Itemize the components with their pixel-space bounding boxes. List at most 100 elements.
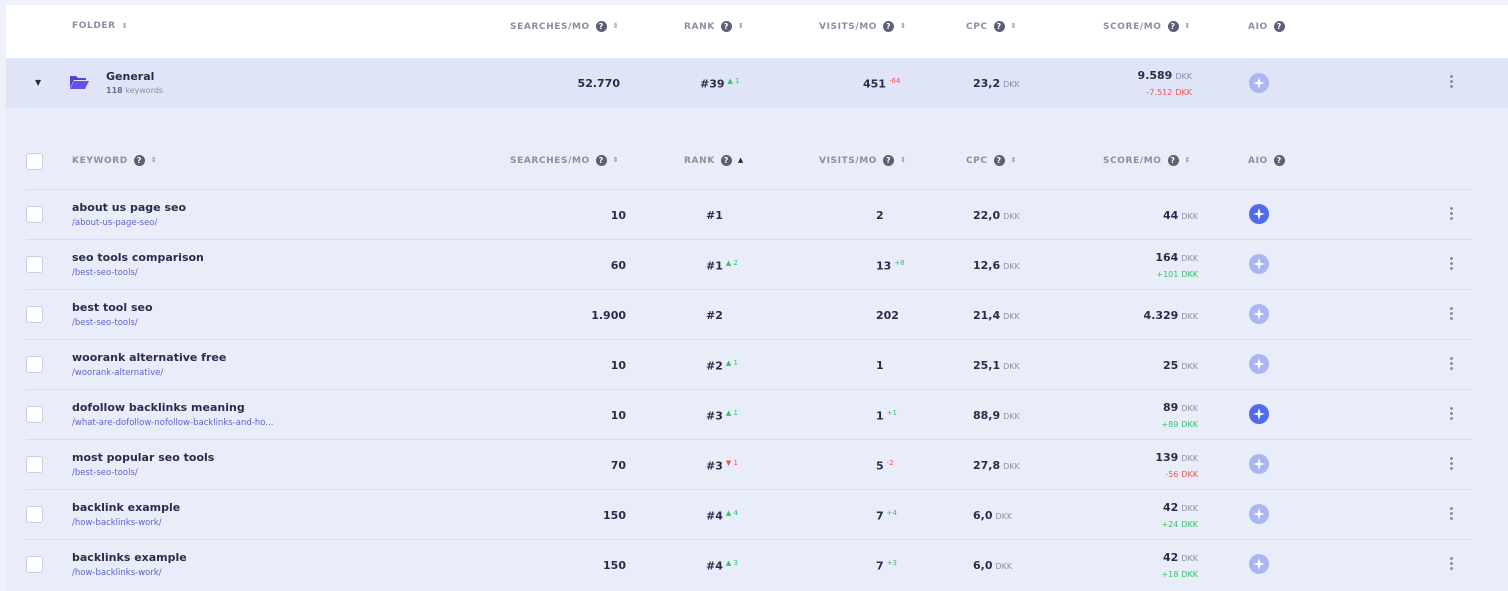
keyword-name[interactable]: dofollow backlinks meaning — [72, 401, 245, 414]
sparkle-icon[interactable] — [1249, 354, 1269, 374]
searches-value: 60 — [610, 259, 626, 272]
table-row[interactable]: most popular seo tools/best-seo-tools/70… — [26, 439, 1472, 489]
help-icon[interactable]: ? — [1167, 155, 1179, 166]
sparkle-icon[interactable] — [1249, 554, 1269, 574]
chevron-down-icon[interactable]: ▼ — [35, 78, 41, 87]
kebab-menu-icon[interactable] — [1449, 305, 1453, 322]
help-icon[interactable]: ? — [1273, 155, 1285, 166]
cpc-value: 6,0 — [973, 509, 993, 522]
keyword-name[interactable]: seo tools comparison — [72, 251, 204, 264]
kebab-menu-icon[interactable] — [1449, 405, 1453, 422]
sort-icon[interactable]: ⇕ — [1185, 23, 1191, 30]
sparkle-icon[interactable] — [1249, 304, 1269, 324]
sort-icon[interactable]: ⇕ — [1011, 157, 1017, 164]
keyword-url[interactable]: /about-us-page-seo/ — [72, 218, 157, 228]
kebab-menu-icon[interactable] — [1449, 205, 1453, 222]
table-row[interactable]: backlink example/how-backlinks-work/150 #… — [26, 489, 1472, 539]
help-icon[interactable]: ? — [993, 155, 1005, 166]
col-aio[interactable]: AIO ? — [1248, 155, 1285, 166]
table-row[interactable]: best tool seo/best-seo-tools/1.900 #2 202 2… — [26, 289, 1472, 339]
unit-label: DKK — [1003, 462, 1020, 471]
col-keyword[interactable]: KEYWORD ? ⇕ — [72, 155, 157, 166]
col-aio[interactable]: AIO ? — [1248, 21, 1285, 32]
kebab-menu-icon[interactable] — [1449, 505, 1453, 522]
col-score[interactable]: SCORE/MO ? ⇕ — [1103, 155, 1191, 166]
keyword-name[interactable]: best tool seo — [72, 301, 153, 314]
sort-icon[interactable]: ⇕ — [613, 23, 619, 30]
keyword-name[interactable]: most popular seo tools — [72, 451, 214, 464]
keyword-name[interactable]: backlinks example — [72, 551, 187, 564]
help-icon[interactable]: ? — [133, 155, 145, 166]
keyword-name[interactable]: backlink example — [72, 501, 180, 514]
kebab-menu-icon[interactable] — [1449, 73, 1453, 90]
kebab-menu-icon[interactable] — [1449, 555, 1453, 572]
help-icon[interactable]: ? — [883, 155, 895, 166]
row-checkbox[interactable] — [26, 506, 43, 523]
sparkle-icon[interactable] — [1249, 254, 1269, 274]
row-checkbox[interactable] — [26, 406, 43, 423]
col-score[interactable]: SCORE/MO ? ⇕ — [1103, 21, 1191, 32]
help-icon[interactable]: ? — [595, 155, 607, 166]
keyword-url[interactable]: /best-seo-tools/ — [72, 318, 138, 328]
folder-row-general[interactable]: ▼ General 118 keywords 52.770 #39 ▲ 1 451… — [6, 58, 1508, 108]
row-checkbox[interactable] — [26, 356, 43, 373]
select-all-checkbox[interactable] — [26, 153, 43, 170]
sort-icon[interactable]: ⇕ — [1185, 157, 1191, 164]
col-visits[interactable]: VISITS/MO ? ⇕ — [819, 155, 907, 166]
col-visits[interactable]: VISITS/MO ? ⇕ — [819, 21, 907, 32]
keyword-name[interactable]: about us page seo — [72, 201, 186, 214]
cpc-value: 22,0 — [973, 209, 1001, 222]
sort-icon[interactable]: ⇕ — [122, 22, 128, 30]
kebab-menu-icon[interactable] — [1449, 455, 1453, 472]
sparkle-icon[interactable] — [1249, 73, 1269, 93]
table-row[interactable]: dofollow backlinks meaning/what-are-dofo… — [26, 389, 1472, 439]
col-searches[interactable]: SEARCHES/MO ? ⇕ — [510, 21, 619, 32]
keyword-name[interactable]: woorank alternative free — [72, 351, 226, 364]
sparkle-icon[interactable] — [1249, 204, 1269, 224]
help-icon[interactable]: ? — [993, 21, 1005, 32]
col-cpc[interactable]: CPC ? ⇕ — [966, 155, 1017, 166]
help-icon[interactable]: ? — [1167, 21, 1179, 32]
keyword-url[interactable]: /woorank-alternative/ — [72, 368, 163, 378]
col-rank[interactable]: RANK ? ⇕ — [684, 21, 744, 32]
row-checkbox[interactable] — [26, 556, 43, 573]
sort-icon[interactable]: ⇕ — [900, 157, 906, 164]
sort-icon[interactable]: ⇕ — [613, 157, 619, 164]
col-folder[interactable]: FOLDER ⇕ — [72, 21, 128, 31]
col-rank[interactable]: RANK ? ▲ — [684, 155, 744, 166]
keyword-url[interactable]: /what-are-dofollow-nofollow-backlinks-an… — [72, 418, 273, 428]
table-row[interactable]: woorank alternative free/woorank-alterna… — [26, 339, 1472, 389]
row-checkbox[interactable] — [26, 256, 43, 273]
row-checkbox[interactable] — [26, 206, 43, 223]
help-icon[interactable]: ? — [595, 21, 607, 32]
keyword-url[interactable]: /best-seo-tools/ — [72, 468, 138, 478]
row-checkbox[interactable] — [26, 456, 43, 473]
sort-icon[interactable]: ⇕ — [900, 23, 906, 30]
sort-icon[interactable]: ⇕ — [151, 157, 157, 164]
unit-label: DKK — [1003, 80, 1020, 89]
col-cpc[interactable]: CPC ? ⇕ — [966, 21, 1017, 32]
table-row[interactable]: seo tools comparison/best-seo-tools/60 #1… — [26, 239, 1472, 289]
sort-icon[interactable]: ⇕ — [1011, 23, 1017, 30]
sparkle-icon[interactable] — [1249, 504, 1269, 524]
rank-delta-value: 1 — [733, 459, 738, 467]
sort-asc-icon[interactable]: ▲ — [738, 157, 744, 164]
help-icon[interactable]: ? — [1273, 21, 1285, 32]
table-row[interactable]: backlinks example/how-backlinks-work/150… — [26, 539, 1472, 589]
help-icon[interactable]: ? — [720, 21, 732, 32]
cpc-value: 21,4 — [973, 309, 1001, 322]
keyword-url[interactable]: /best-seo-tools/ — [72, 268, 138, 278]
keyword-url[interactable]: /how-backlinks-work/ — [72, 568, 162, 578]
help-icon[interactable]: ? — [883, 21, 895, 32]
sparkle-icon[interactable] — [1249, 454, 1269, 474]
help-icon[interactable]: ? — [720, 155, 732, 166]
keyword-url[interactable]: /how-backlinks-work/ — [72, 518, 162, 528]
kebab-menu-icon[interactable] — [1449, 255, 1453, 272]
col-searches[interactable]: SEARCHES/MO ? ⇕ — [510, 155, 619, 166]
sort-icon[interactable]: ⇕ — [738, 23, 744, 30]
row-checkbox[interactable] — [26, 306, 43, 323]
folder-count-value: 118 — [106, 86, 123, 95]
table-row[interactable]: about us page seo/about-us-page-seo/10 #1… — [26, 189, 1472, 239]
sparkle-icon[interactable] — [1249, 404, 1269, 424]
kebab-menu-icon[interactable] — [1449, 355, 1453, 372]
